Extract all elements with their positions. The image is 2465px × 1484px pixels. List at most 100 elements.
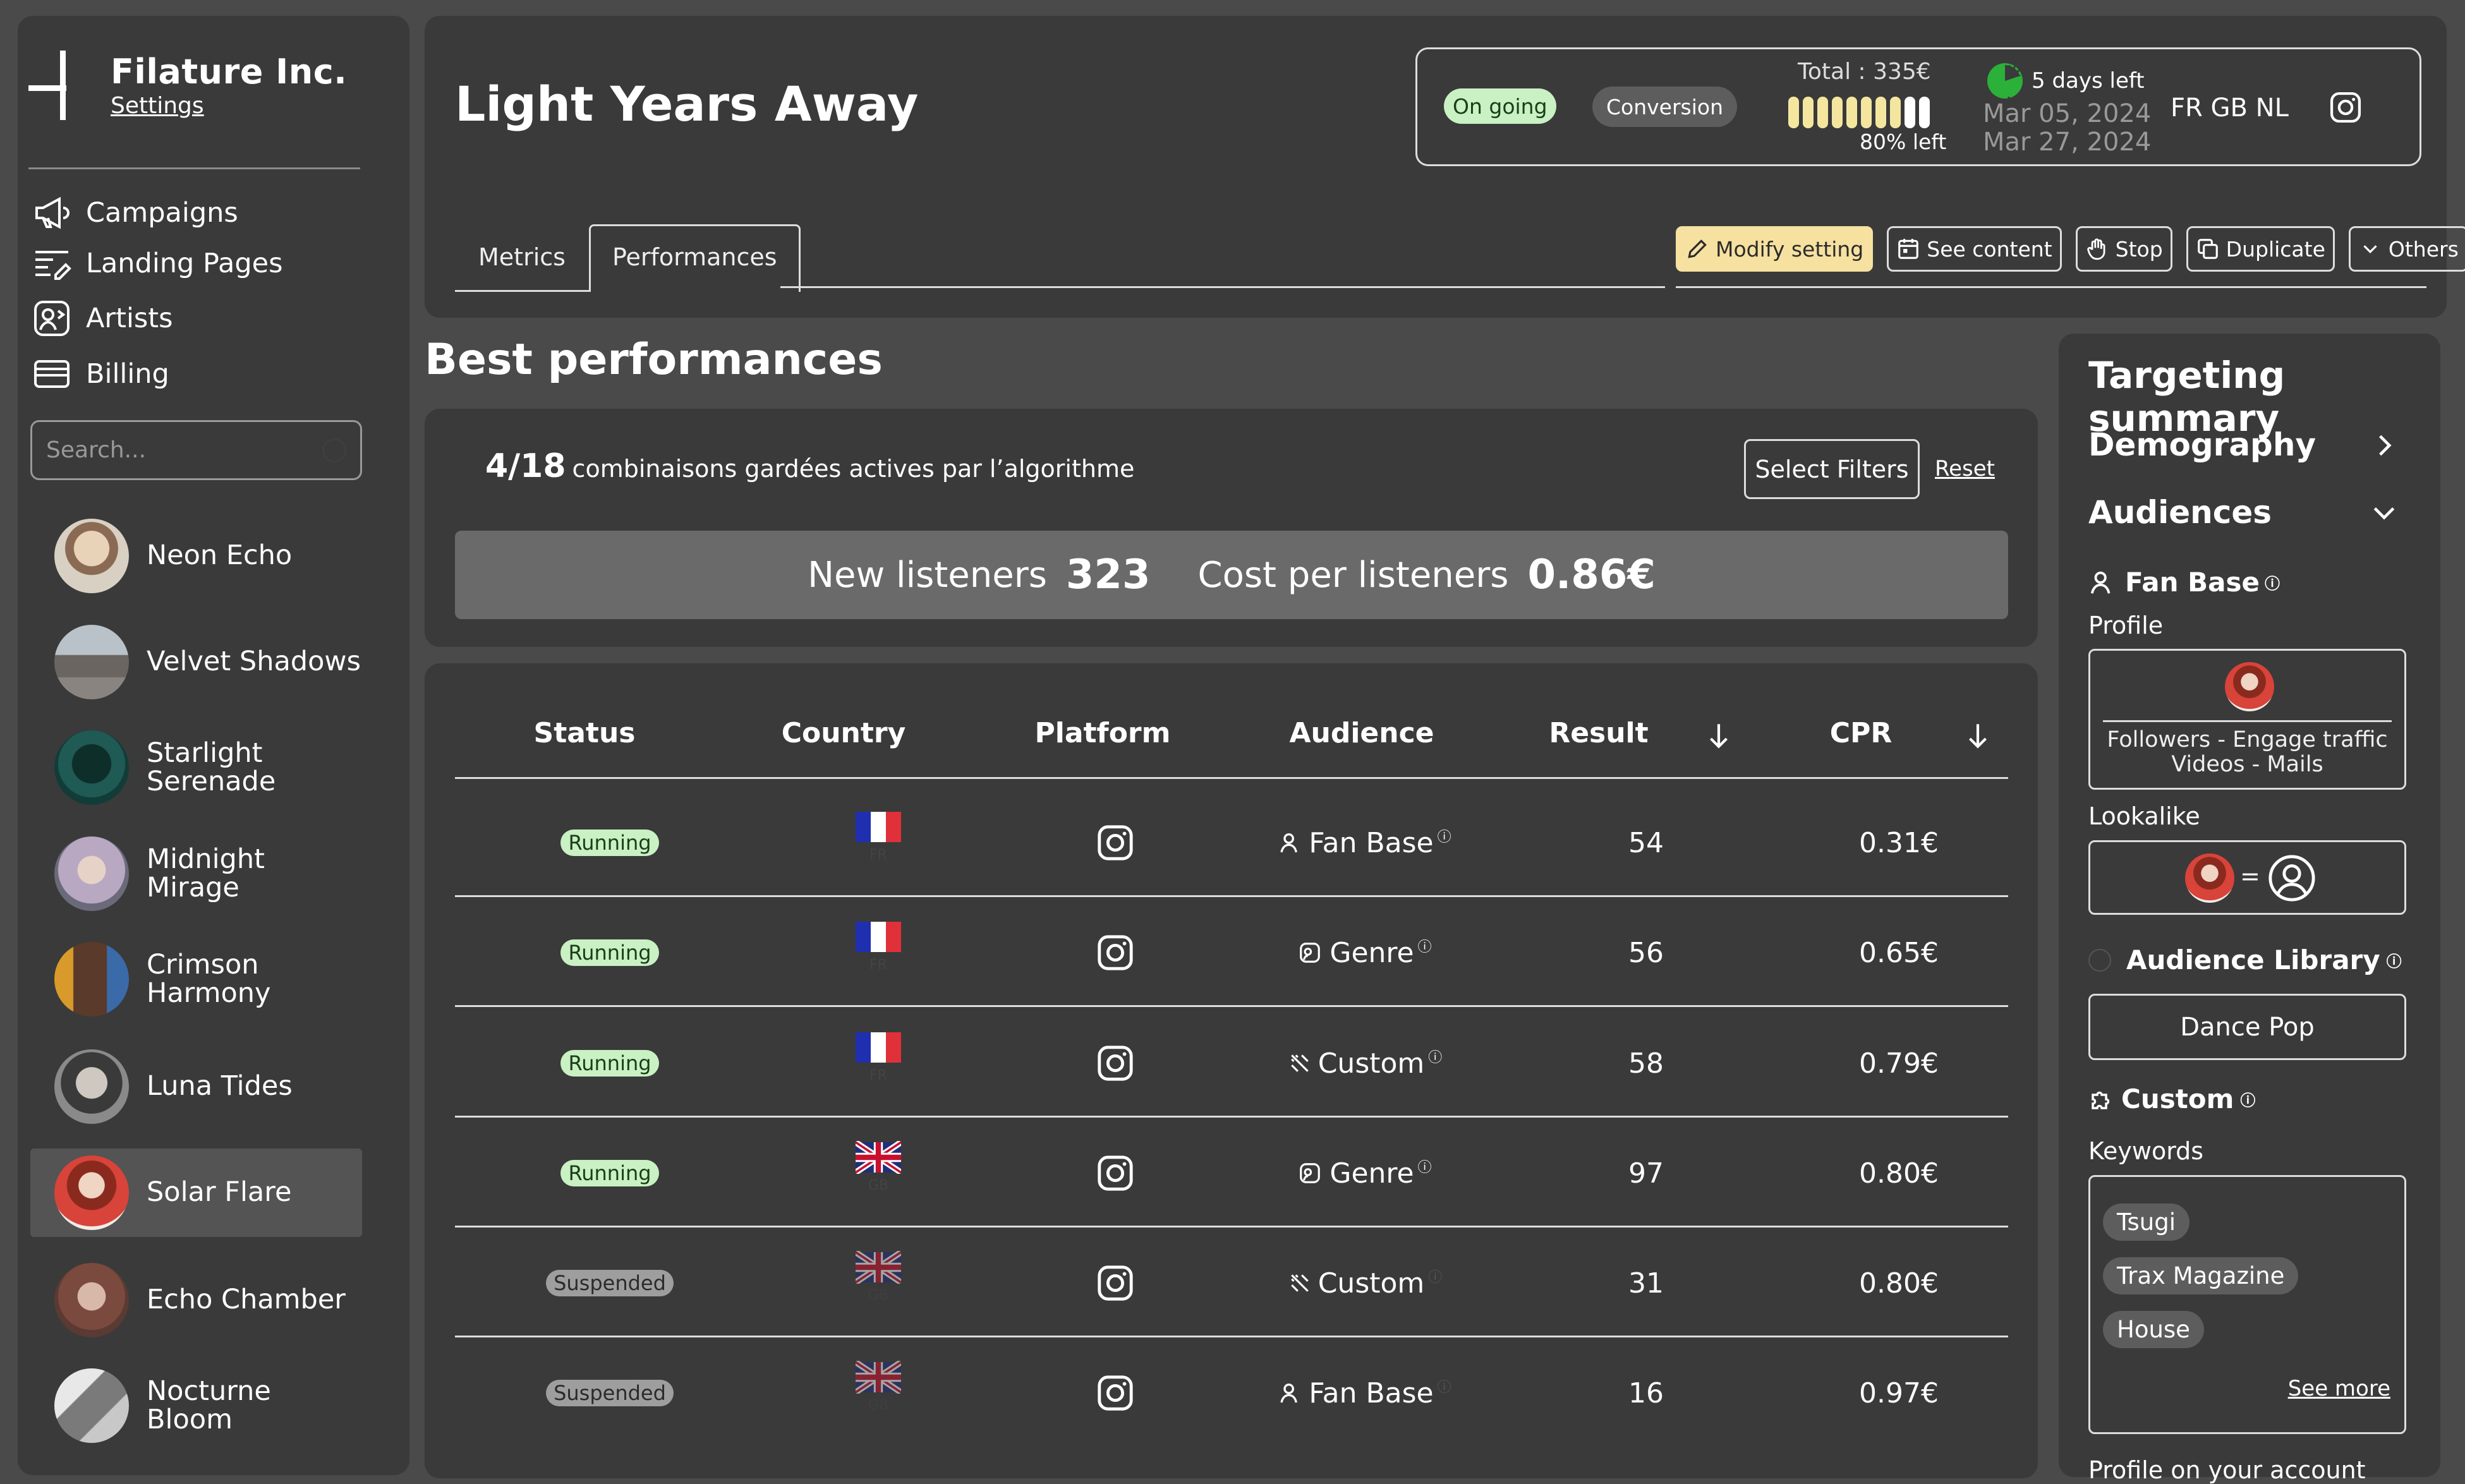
check-icon [2088,948,2111,972]
sort-arrow-icon[interactable] [1703,720,1735,752]
result-cell: 97 [1628,1157,1664,1190]
table-row[interactable]: Running FR Custom ⓘ 58 0.79€ [455,1008,2008,1118]
country-cell: GB [809,1118,948,1216]
info-icon: ⓘ [1428,1270,1443,1286]
status-badge: Suspended [546,1270,674,1296]
tab-underline [780,286,1665,288]
instagram-icon [1098,1046,1133,1081]
sidebar-item-landing-pages[interactable]: Landing Pages [32,243,283,284]
landing-pages-icon [35,251,71,280]
stop-button[interactable]: Stop [2075,226,2172,272]
custom-icon [1290,1274,1309,1292]
instagram-icon [1098,1155,1133,1191]
platform-cell [1077,1118,1153,1228]
artist-name: Echo Chamber [147,1284,346,1316]
cpr-cell: 0.65€ [1859,936,1939,969]
status-badge: On going [1444,88,1556,124]
chevron-down-icon[interactable] [2368,499,2400,527]
artist-item[interactable]: Echo Chamber [30,1256,362,1344]
genre-icon [1300,943,1321,963]
column-header-result[interactable]: Result [1542,717,1656,749]
tab-metrics[interactable]: Metrics [455,224,589,292]
table-header-divider [455,777,2008,779]
others-button[interactable]: Others [2348,226,2465,272]
artist-item-active[interactable]: Solar Flare [30,1149,362,1237]
instagram-icon[interactable] [2329,90,2363,124]
country-code: FR [869,1067,887,1083]
result-cell: 56 [1628,936,1664,969]
result-cell: 58 [1628,1047,1664,1080]
chevron-right-icon[interactable] [2371,430,2399,461]
sidebar-item-label: Artists [86,303,173,334]
status-badge: Running [560,939,659,966]
chevron-down-icon [2363,245,2377,253]
search-icon [322,438,346,462]
artist-item[interactable]: Luna Tides [30,1042,362,1131]
profile-description: Followers - Engage traffic Videos - Mail… [2107,727,2388,777]
audience-cell: Genre ⓘ [1245,898,1485,1008]
demography-toggle[interactable]: Demography [2088,426,2316,463]
result-cell: 31 [1628,1267,1664,1300]
audiences-toggle[interactable]: Audiences [2088,494,2272,531]
table-row[interactable]: Suspended GB Fan Base ⓘ 16 0.97€ [455,1338,2008,1448]
total-budget: Total : 335€ [1798,59,1931,85]
tab-performances[interactable]: Performances [588,224,801,292]
sort-arrow-icon[interactable] [1962,720,1994,752]
status-badge: Running [560,1160,659,1186]
duplicate-button[interactable]: Duplicate [2186,226,2335,272]
company-logo: Filature Inc. Settings [28,51,347,120]
table-row[interactable]: Suspended GB Custom ⓘ 31 0.80€ [455,1228,2008,1338]
column-header-platform[interactable]: Platform [1027,717,1178,749]
avatar [2225,662,2274,711]
instagram-icon [1098,825,1133,860]
platform-cell [1077,788,1153,898]
sidebar-item-campaigns[interactable]: Campaigns [32,193,238,233]
user-circle-icon [2268,855,2315,902]
sidebar-divider [28,167,360,169]
artist-item[interactable]: Nocturne Bloom [30,1361,362,1450]
artist-item[interactable]: Neon Echo [30,512,362,600]
cpr-cell: 0.31€ [1859,826,1939,859]
see-more-link[interactable]: See more [2288,1376,2390,1401]
reset-link[interactable]: Reset [1935,456,1995,481]
library-value[interactable]: Dance Pop [2088,994,2406,1060]
avatar [54,519,129,593]
status-cell: Suspended [543,1338,676,1448]
artist-item[interactable]: Midnight Mirage [30,829,362,918]
sidebar-item-billing[interactable]: Billing [32,354,169,394]
row-divider [455,1226,2008,1228]
column-header-audience[interactable]: Audience [1289,717,1434,749]
column-header-status[interactable]: Status [518,717,651,749]
table-row[interactable]: Running FR Fan Base ⓘ 54 0.31€ [455,788,2008,898]
column-header-country[interactable]: Country [774,717,913,749]
row-divider [455,1336,2008,1337]
artist-item[interactable]: Starlight Serenade [30,723,362,812]
status-cell: Running [543,898,676,1008]
row-divider [455,1005,2008,1007]
keywords-label: Keywords [2088,1137,2204,1165]
profile-label: Profile [2088,612,2164,639]
column-header-cpr[interactable]: CPR [1820,717,1902,749]
instagram-icon [1098,935,1133,970]
sidebar-item-artists[interactable]: Artists [32,298,173,339]
avatar [54,1368,129,1443]
modify-setting-button[interactable]: Modify setting [1676,226,1874,272]
flag-gb-icon [856,1360,901,1394]
select-filters-button[interactable]: Select Filters [1744,439,1920,499]
table-row[interactable]: Running GB Genre ⓘ 97 0.80€ [455,1118,2008,1228]
artist-name: Luna Tides [147,1070,293,1102]
actions-underline [1676,286,2426,288]
artist-item[interactable]: Crimson Harmony [30,935,362,1023]
audience-cell: Custom ⓘ [1245,1228,1485,1338]
info-icon: ⓘ [1437,829,1451,845]
settings-link[interactable]: Settings [111,93,347,119]
artist-item[interactable]: Velvet Shadows [30,618,362,706]
artist-name: Starlight Serenade [147,737,276,797]
search-input[interactable]: Search... [30,420,362,480]
see-content-button[interactable]: See content [1887,226,2062,272]
flag-gb-icon [856,1250,901,1284]
start-date: Mar 05, 2024 [1983,99,2152,128]
audience-cell: Fan Base ⓘ [1245,1338,1485,1448]
table-row[interactable]: Running FR Genre ⓘ 56 0.65€ [455,898,2008,1008]
cost-value: 0.86€ [1527,552,1656,598]
